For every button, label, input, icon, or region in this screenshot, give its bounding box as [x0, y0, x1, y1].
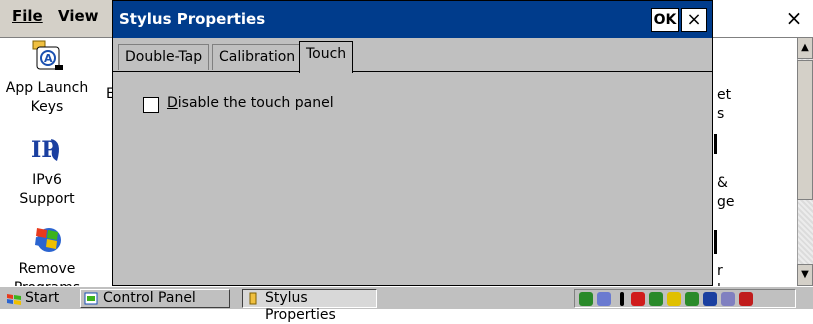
scroll-thumb[interactable]: [797, 60, 813, 200]
app-launch-keys-label-1: App Launch: [5, 80, 89, 96]
start-button[interactable]: Start: [2, 289, 77, 308]
ipv6-label-2: Support: [19, 191, 75, 207]
app-launch-keys-label-2: Keys: [30, 99, 64, 115]
keyboard-icon[interactable]: [703, 292, 717, 306]
dialog-close-button[interactable]: ×: [681, 8, 707, 32]
menu-view[interactable]: View: [58, 7, 99, 25]
ipv6-icon: IP: [29, 131, 65, 167]
app-launch-keys-item[interactable]: A App Launch Keys: [0, 39, 102, 117]
task-stylus-label: Stylus Properties: [265, 290, 336, 323]
partial-icon-fragment: [714, 134, 717, 154]
sync-icon[interactable]: [649, 292, 663, 306]
start-flag-icon: [6, 292, 21, 305]
dialog-titlebar: Stylus Properties OK ×: [113, 1, 712, 38]
tab-strip: Double-Tap Calibration Touch: [113, 38, 712, 74]
network-icon[interactable]: [579, 292, 593, 306]
battery-icon[interactable]: [667, 292, 681, 306]
disable-touch-checkbox[interactable]: [143, 97, 159, 113]
control-panel-menubar: File View: [0, 0, 112, 38]
taskbar: Start Control Panel Stylus Properties: [0, 286, 813, 323]
partial-icon-fragment-2: [714, 230, 717, 254]
volume-icon[interactable]: [721, 292, 735, 306]
partial-right-item-1: et s: [717, 87, 732, 122]
tab-touch[interactable]: Touch: [299, 41, 354, 73]
task-control-panel-label: Control Panel: [103, 290, 196, 306]
tab-calibration[interactable]: Calibration: [212, 44, 303, 70]
start-label: Start: [25, 290, 60, 306]
control-panel-title-area: ×: [713, 0, 813, 38]
svg-text:A: A: [44, 52, 53, 65]
disable-touch-label[interactable]: Disable the touch panel: [167, 95, 334, 111]
partial-right-item-2: & ge: [717, 175, 735, 210]
task-control-panel[interactable]: Control Panel: [80, 289, 230, 308]
scroll-down-button[interactable]: ▼: [797, 264, 813, 286]
ipv6-support-item[interactable]: IP IPv6 Support: [0, 131, 102, 209]
tab-baseline: [113, 71, 712, 72]
partial-right-item-3: r l: [717, 263, 723, 286]
tab-double-tap[interactable]: Double-Tap: [118, 44, 210, 70]
ok-button[interactable]: OK: [651, 8, 679, 32]
stylus-properties-dialog: Stylus Properties OK × Double-Tap Calibr…: [112, 0, 713, 286]
scroll-up-button[interactable]: ▲: [797, 37, 813, 59]
control-panel-close-button[interactable]: ×: [781, 6, 807, 30]
system-tray: [574, 289, 796, 308]
remove-programs-label-1: Remove: [18, 261, 76, 277]
app-launch-keys-icon: A: [29, 39, 65, 75]
ipv6-label-1: IPv6: [32, 172, 62, 188]
remove-programs-item[interactable]: Remove Programs: [0, 220, 102, 289]
stylus-icon: [246, 292, 260, 305]
bluetooth-icon[interactable]: [597, 292, 611, 306]
alert-icon[interactable]: [631, 292, 645, 306]
control-panel-icon: [84, 292, 98, 305]
windows-flag-icon: [29, 220, 65, 256]
info-icon[interactable]: [620, 292, 624, 306]
dialog-title: Stylus Properties: [119, 10, 266, 28]
signal-icon[interactable]: [685, 292, 699, 306]
task-stylus-properties[interactable]: Stylus Properties: [242, 289, 377, 323]
menu-file[interactable]: File: [12, 7, 43, 25]
stylus-tray-icon[interactable]: [739, 292, 753, 306]
